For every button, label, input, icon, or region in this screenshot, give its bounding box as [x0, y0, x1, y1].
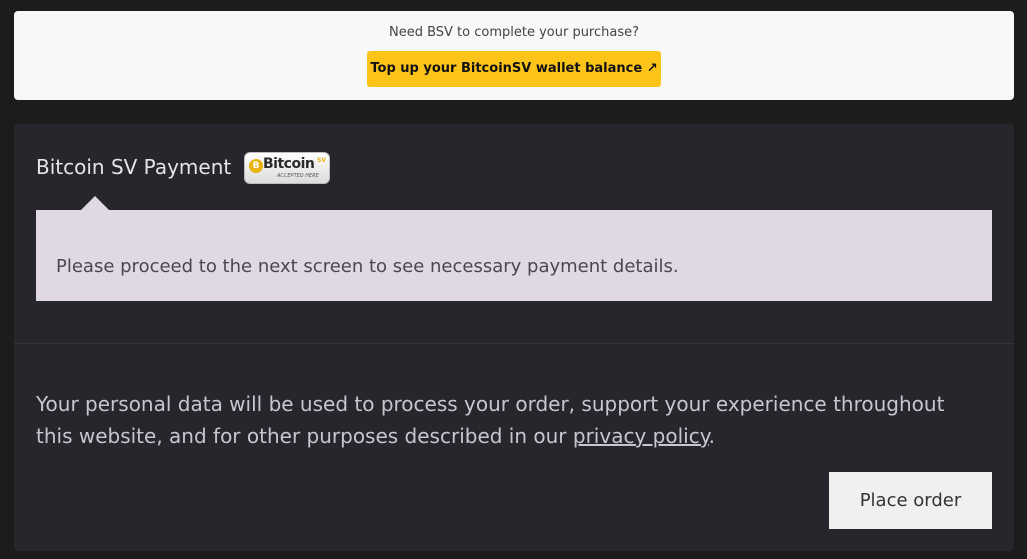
- privacy-text-before: Your personal data will be used to proce…: [36, 392, 945, 448]
- privacy-notice: Your personal data will be used to proce…: [36, 388, 986, 452]
- bitcoin-coin-icon: B: [249, 159, 263, 173]
- badge-suffix: SV: [317, 157, 326, 164]
- payment-method-title: Bitcoin SV Payment: [36, 155, 232, 179]
- payment-panel: Bitcoin SV Payment B Bitcoin SV ACCEPTED…: [14, 124, 1014, 551]
- badge-word: Bitcoin: [263, 156, 315, 172]
- topup-prompt: Need BSV to complete your purchase?: [388, 25, 640, 40]
- badge-tagline: ACCEPTED HERE: [277, 173, 319, 179]
- topup-notice: Need BSV to complete your purchase? Top …: [14, 11, 1014, 100]
- section-divider: [14, 343, 1014, 344]
- info-box-pointer: [81, 196, 109, 210]
- privacy-text-after: .: [708, 424, 716, 448]
- place-order-button[interactable]: Place order: [829, 472, 992, 529]
- topup-wallet-button[interactable]: Top up your BitcoinSV wallet balance ↗: [367, 51, 661, 87]
- bitcoin-sv-accepted-badge: B Bitcoin SV ACCEPTED HERE: [244, 152, 330, 184]
- payment-info-text: Please proceed to the next screen to see…: [56, 256, 679, 277]
- privacy-policy-link[interactable]: privacy policy: [573, 424, 709, 448]
- payment-info-box: Please proceed to the next screen to see…: [36, 210, 992, 301]
